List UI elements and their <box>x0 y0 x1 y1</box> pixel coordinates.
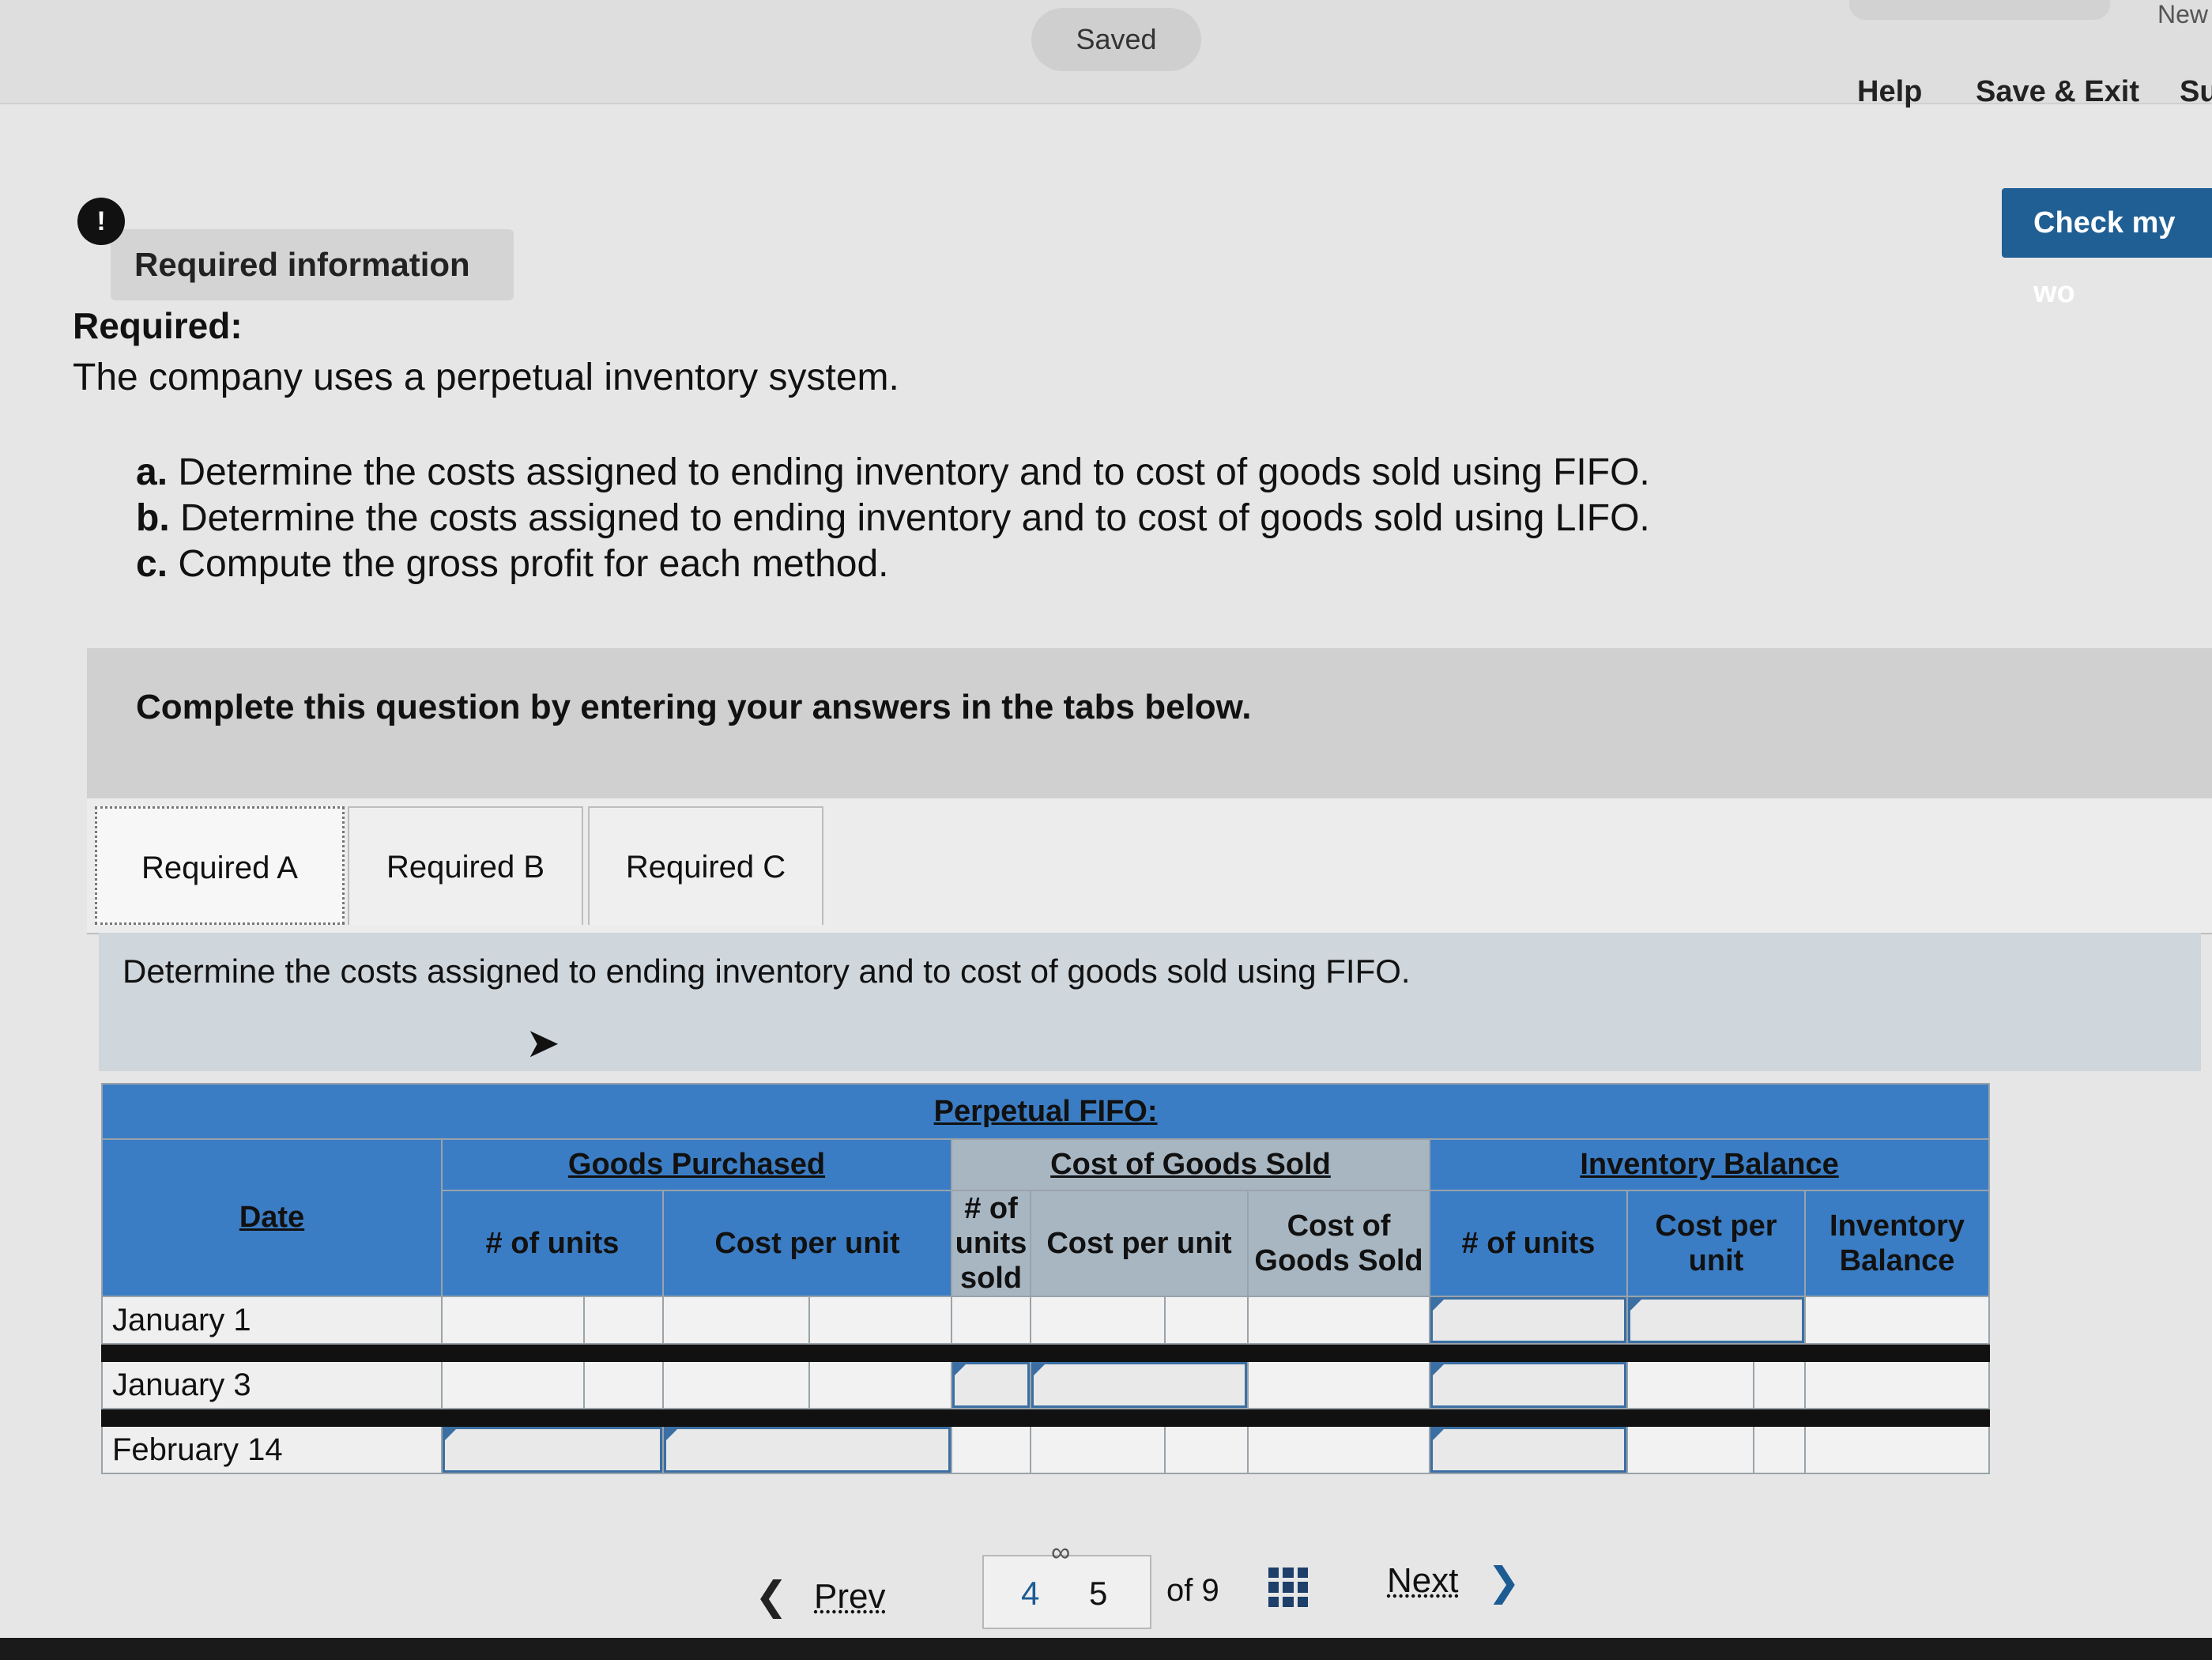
alert-icon: ! <box>77 198 125 245</box>
link-icon: ∞ <box>1051 1537 1071 1568</box>
table-title: Perpetual FIFO: <box>933 1094 1158 1128</box>
col-sold-cost: Cost per unit <box>1030 1190 1249 1297</box>
grid-icon[interactable] <box>1268 1568 1308 1607</box>
col-balance-total: Inventory Balance <box>1803 1190 1991 1297</box>
sold-cost-input[interactable] <box>1031 1362 1247 1408</box>
purchased-units-input[interactable] <box>443 1427 662 1473</box>
purchased-cost-input[interactable] <box>664 1427 951 1473</box>
bottom-bar <box>0 1638 2212 1660</box>
requirement-a: a. Determine the costs assigned to endin… <box>136 451 1650 494</box>
requirement-text: Determine the costs assigned to ending i… <box>180 497 1650 539</box>
balance-cost-input[interactable] <box>1628 1297 1804 1343</box>
balance-units-input[interactable] <box>1430 1362 1626 1408</box>
chevron-right-icon[interactable]: ❯ <box>1487 1559 1521 1605</box>
tab-required-a[interactable]: Required A <box>95 806 345 925</box>
col-purchased-cost: Cost per unit <box>662 1190 952 1297</box>
question-intro: The company uses a perpetual inventory s… <box>73 357 899 398</box>
date-header: Date <box>239 1201 305 1234</box>
required-heading: Required: <box>73 305 243 346</box>
chevron-left-icon[interactable]: ❮ <box>755 1573 788 1619</box>
tab-required-b[interactable]: Required B <box>348 806 583 925</box>
required-information-tab[interactable]: Required information <box>111 229 514 300</box>
requirement-b: b. Determine the costs assigned to endin… <box>136 496 1650 540</box>
page-number-current[interactable]: 5 <box>1089 1575 1107 1613</box>
col-purchased-units: # of units <box>441 1190 664 1297</box>
requirement-c: c. Compute the gross profit for each met… <box>136 542 889 586</box>
col-sold-units: # of units sold <box>951 1190 1031 1297</box>
goods-purchased-header: Goods Purchased <box>567 1148 826 1181</box>
requirement-letter: c. <box>136 543 168 585</box>
next-button[interactable]: Next <box>1387 1561 1458 1601</box>
row-date: January 3 <box>101 1360 443 1409</box>
requirement-letter: a. <box>136 451 168 493</box>
panel-title: Complete this question by entering your … <box>136 688 1252 726</box>
requirement-text: Determine the costs assigned to ending i… <box>178 451 1650 493</box>
table-row: January 3 <box>101 1360 1991 1409</box>
sold-units-input[interactable] <box>952 1362 1030 1408</box>
col-sold-total: Cost of Goods Sold <box>1247 1190 1430 1297</box>
question-panel <box>87 648 2212 818</box>
balance-units-input[interactable] <box>1430 1427 1626 1473</box>
save-exit-link[interactable]: Save & Exit <box>1976 75 2139 109</box>
prev-button[interactable]: Prev <box>814 1577 885 1617</box>
submit-link[interactable]: Su <box>2180 75 2212 109</box>
requirement-text: Compute the gross profit for each method… <box>178 543 889 585</box>
table-row: February 14 <box>101 1425 1991 1474</box>
requirement-letter: b. <box>136 497 170 539</box>
col-balance-units: # of units <box>1429 1190 1628 1297</box>
tab-instruction: Determine the costs assigned to ending i… <box>122 953 1411 990</box>
saved-status: Saved <box>1031 8 1201 71</box>
row-date: January 1 <box>101 1296 443 1345</box>
row-separator <box>100 1343 1991 1362</box>
cost-of-goods-sold-header: Cost of Goods Sold <box>1050 1148 1331 1181</box>
inventory-balance-header: Inventory Balance <box>1580 1148 1839 1181</box>
tab-required-c[interactable]: Required C <box>588 806 823 925</box>
new-link[interactable]: New <box>2157 0 2208 29</box>
top-right-button[interactable] <box>1849 0 2110 20</box>
check-my-work-button[interactable]: Check my wo <box>2002 188 2212 309</box>
mouse-cursor-icon: ➤ <box>526 1021 560 1066</box>
page-total: of 9 <box>1166 1573 1219 1608</box>
page-number-previous[interactable]: 4 <box>1021 1575 1039 1613</box>
col-balance-cost: Cost per unit <box>1626 1190 1806 1297</box>
row-separator <box>100 1408 1991 1427</box>
help-link[interactable]: Help <box>1857 75 1922 109</box>
balance-units-input[interactable] <box>1430 1297 1626 1343</box>
row-date: February 14 <box>101 1425 443 1474</box>
table-row: January 1 <box>101 1296 1991 1345</box>
perpetual-fifo-table: Perpetual FIFO: Date Goods Purchased Cos… <box>100 1083 1991 1474</box>
